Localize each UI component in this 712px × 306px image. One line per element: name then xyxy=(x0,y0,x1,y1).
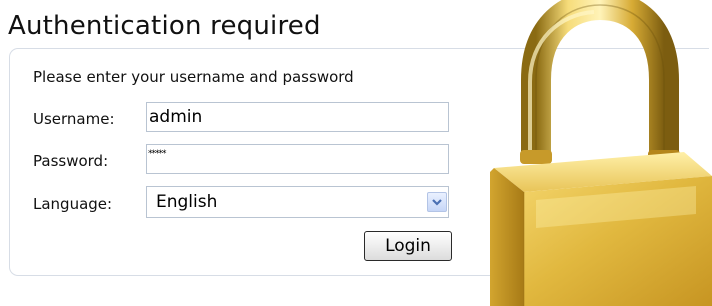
login-instruction: Please enter your username and password xyxy=(33,68,354,86)
language-select-value: English xyxy=(156,192,218,212)
padlock-icon xyxy=(490,0,712,306)
chevron-down-icon[interactable] xyxy=(427,192,447,212)
language-select[interactable]: English xyxy=(146,186,449,218)
language-label: Language: xyxy=(33,195,113,213)
username-label: Username: xyxy=(33,110,115,128)
page-title: Authentication required xyxy=(8,11,321,41)
password-input[interactable] xyxy=(146,144,449,174)
username-input[interactable] xyxy=(146,102,449,132)
password-label: Password: xyxy=(33,152,109,170)
login-button[interactable]: Login xyxy=(364,231,452,261)
